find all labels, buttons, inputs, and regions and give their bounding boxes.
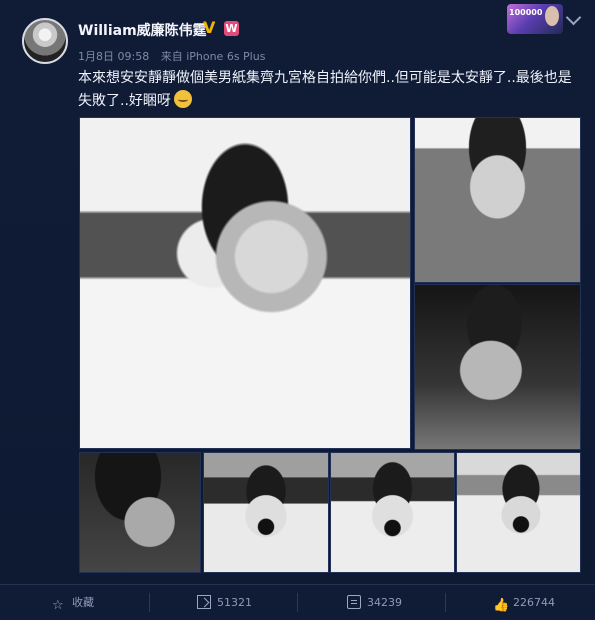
post-actions-bar: ☆ 收藏 51321 34239 👍 226744: [0, 584, 595, 620]
favorite-label: 收藏: [72, 596, 94, 609]
comment-icon: [347, 595, 361, 609]
photo-yawn-3[interactable]: [456, 452, 581, 573]
yawn-emoji-icon: [173, 90, 192, 108]
repost-button[interactable]: 51321: [197, 585, 252, 620]
member-w-icon[interactable]: W: [224, 21, 239, 36]
thumbs-up-icon: 👍: [493, 598, 510, 613]
repost-icon: [197, 595, 211, 609]
verified-v-icon[interactable]: V: [203, 19, 221, 37]
username[interactable]: William威廉陈伟霆: [78, 20, 207, 40]
post-time[interactable]: 1月8日 09:58: [78, 50, 149, 63]
photo-selfie-1[interactable]: [79, 117, 411, 449]
action-divider: [149, 593, 150, 612]
weibo-post-card: William威廉陈伟霆 V W 1月8日 09:58 来自 iPhone 6s…: [0, 0, 595, 620]
comment-button[interactable]: 34239: [347, 585, 402, 620]
favorite-button[interactable]: ☆ 收藏: [52, 585, 94, 620]
top-right-thumbnail[interactable]: 100000: [507, 4, 563, 34]
photo-selfie-3[interactable]: [414, 284, 581, 450]
photo-yawn-1[interactable]: [203, 452, 329, 573]
action-divider: [445, 593, 446, 612]
thumbnail-text: 100000: [509, 8, 543, 17]
like-button[interactable]: 👍 226744: [493, 585, 555, 620]
photo-selfie-2[interactable]: [414, 117, 581, 283]
post-source: 来自 iPhone 6s Plus: [160, 50, 266, 63]
post-meta: 1月8日 09:58 来自 iPhone 6s Plus: [78, 48, 265, 64]
post-body-text: 本來想安安靜靜做個美男紙集齊九宮格自拍給你們..但可能是太安靜了..最後也是失敗…: [78, 70, 572, 109]
post-text: 本來想安安靜靜做個美男紙集齊九宮格自拍給你們..但可能是太安靜了..最後也是失敗…: [78, 67, 573, 113]
avatar[interactable]: [22, 18, 68, 64]
action-divider: [297, 593, 298, 612]
like-count: 226744: [513, 596, 555, 609]
comment-count: 34239: [367, 596, 402, 609]
photo-yawn-2[interactable]: [330, 452, 455, 573]
star-icon: ☆: [52, 598, 64, 613]
chevron-down-icon[interactable]: [565, 9, 582, 26]
repost-count: 51321: [217, 596, 252, 609]
photo-selfie-4[interactable]: [79, 452, 201, 573]
